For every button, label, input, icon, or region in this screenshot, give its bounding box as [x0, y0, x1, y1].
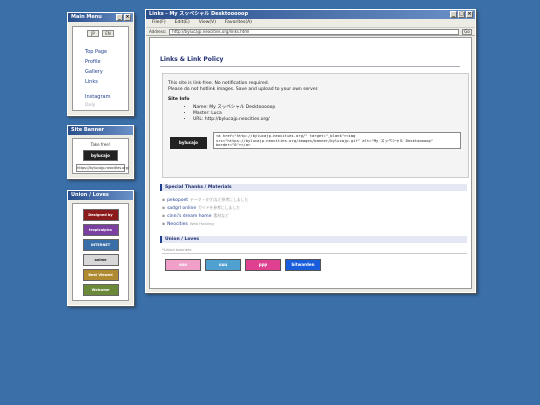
list-item: ▪ cinni's dream home 素材など — [162, 213, 229, 219]
menu-favorites[interactable]: Favorites(A) — [225, 19, 252, 27]
union-banner-1[interactable]: ooo — [165, 259, 201, 271]
link-policy-box: This site is link-free. No notification … — [162, 73, 469, 178]
site-banner-window: Site Banner Take free! bylucajo https://… — [67, 125, 134, 179]
list-item: ▪ pekopoet テーマ・タグ/など参考にしました — [162, 197, 249, 203]
banner-title: Site Banner — [71, 127, 104, 133]
union-titlebar[interactable]: Union / Loves — [68, 191, 133, 200]
union-heading: Union / Loves — [160, 236, 467, 243]
lang-en-button[interactable]: EN — [102, 30, 114, 37]
thanks-link-2[interactable]: sadgrl online — [167, 206, 196, 211]
thanks-note-2: ガイドを参考にしました — [198, 205, 240, 210]
menu-titlebar[interactable]: Main Menu _ × — [68, 13, 133, 22]
address-input[interactable]: http://bylucajp.neocities.org/links.html — [169, 28, 459, 35]
list-item: ▪ sadgrl online ガイドを参考にしました — [162, 205, 240, 211]
thanks-note-1: テーマ・タグ/など参考にしました — [190, 197, 249, 202]
union-badge-4[interactable]: anime — [82, 254, 119, 266]
go-button[interactable]: Go — [462, 28, 472, 35]
menu-title: Main Menu — [71, 14, 102, 20]
thanks-link-4[interactable]: Neocities — [167, 222, 188, 227]
menu-item-instagram[interactable]: Instagram — [85, 92, 128, 102]
links-titlebar[interactable]: Links - My スッペシャル Desktooooop _ □ × — [146, 10, 475, 19]
thanks-note-4: Web Hosting — [189, 221, 214, 226]
menu-item-top[interactable]: Top Page — [85, 47, 128, 57]
minimize-button[interactable]: _ — [116, 14, 123, 21]
union-divider — [162, 253, 467, 254]
site-info-url: URL: http://bylucajp.neocities.org/ — [193, 117, 275, 123]
address-bar: Address: http://bylucajp.neocities.org/l… — [146, 27, 475, 36]
thanks-heading: Special Thanks / Materials — [160, 184, 467, 191]
close-button[interactable]: × — [124, 14, 131, 21]
site-banner-image: bylucajo — [83, 150, 118, 161]
union-badge-1[interactable]: Designed by Neocities — [82, 209, 119, 221]
policy-line-2: Please do not hotlink images. Save and u… — [168, 87, 319, 92]
union-badge-2[interactable]: tropicalpics — [82, 224, 119, 236]
page-title: Links & Link Policy — [160, 56, 224, 63]
union-badge-5[interactable]: Best Viewed With Eyes — [82, 269, 119, 281]
menu-list: Top Page Profile Gallery Links Instagram… — [73, 37, 128, 108]
minimize-button[interactable]: _ — [450, 11, 457, 18]
menu-item-links[interactable]: Links — [85, 77, 128, 87]
menu-file[interactable]: File(F) — [152, 19, 166, 27]
banner-code-textarea[interactable]: <a href="http://bylucajp.neocities.org/"… — [213, 132, 461, 149]
menu-item-daily: Daily — [85, 102, 96, 107]
thanks-link-1[interactable]: pekopoet — [167, 198, 188, 203]
address-label: Address: — [149, 29, 167, 34]
site-banner-preview: bylucajo — [170, 137, 207, 149]
union-title: Union / Loves — [71, 192, 109, 198]
title-divider — [160, 66, 460, 67]
menubar: File(F) Edit(E) View(V) Favorites(A) — [146, 19, 475, 27]
union-loves-window: Union / Loves Designed by Neocities trop… — [67, 190, 134, 306]
thanks-link-3[interactable]: cinni's dream home — [167, 214, 211, 219]
main-menu-window: Main Menu _ × JP EN Top Page Profile Gal… — [67, 12, 134, 116]
site-info-list: Name: My スッペシャル Desktooooop Master: Luca… — [193, 105, 275, 123]
union-banner-4[interactable]: bitwarden — [285, 259, 321, 271]
list-item: ▪ Neocities Web Hosting — [162, 221, 214, 227]
menu-edit[interactable]: Edit(E) — [175, 19, 190, 27]
union-banner-row: ooo uuu ppp bitwarden — [165, 259, 321, 271]
union-banner-2[interactable]: uuu — [205, 259, 241, 271]
links-window-title: Links - My スッペシャル Desktooooop — [149, 11, 249, 17]
union-badge-3[interactable]: INTERNET EXPLORER — [82, 239, 119, 251]
menu-item-gallery[interactable]: Gallery — [85, 67, 128, 77]
close-button[interactable]: × — [466, 11, 473, 18]
menu-panel: JP EN Top Page Profile Gallery Links Ins… — [72, 26, 129, 111]
policy-line-1: This site is link-free. No notification … — [168, 81, 270, 86]
site-info-heading: Site Info — [168, 97, 190, 102]
thanks-note-3: 素材など — [213, 213, 229, 218]
banner-panel: Take free! bylucajo https://bylucajp.neo… — [72, 138, 129, 174]
banner-url-field[interactable]: https://bylucajp.neocities.org/ — [76, 164, 129, 172]
menu-view[interactable]: View(V) — [199, 19, 216, 27]
union-badge-6[interactable]: Welcome — [82, 284, 119, 296]
union-panel: Designed by Neocities tropicalpics INTER… — [72, 203, 129, 301]
page-content: Links & Link Policy This site is link-fr… — [149, 37, 472, 289]
union-banner-3[interactable]: ppp — [245, 259, 281, 271]
lang-jp-button[interactable]: JP — [87, 30, 99, 37]
banner-titlebar[interactable]: Site Banner — [68, 126, 133, 135]
take-free-label: Take free! — [90, 142, 111, 147]
thanks-list: ▪ pekopoet テーマ・タグ/など参考にしました ▪ sadgrl online… — [162, 196, 248, 228]
links-window: Links - My スッペシャル Desktooooop _ □ × File… — [145, 9, 476, 293]
maximize-button[interactable]: □ — [458, 11, 465, 18]
union-note: *Union banners — [162, 247, 192, 252]
menu-item-profile[interactable]: Profile — [85, 57, 128, 67]
